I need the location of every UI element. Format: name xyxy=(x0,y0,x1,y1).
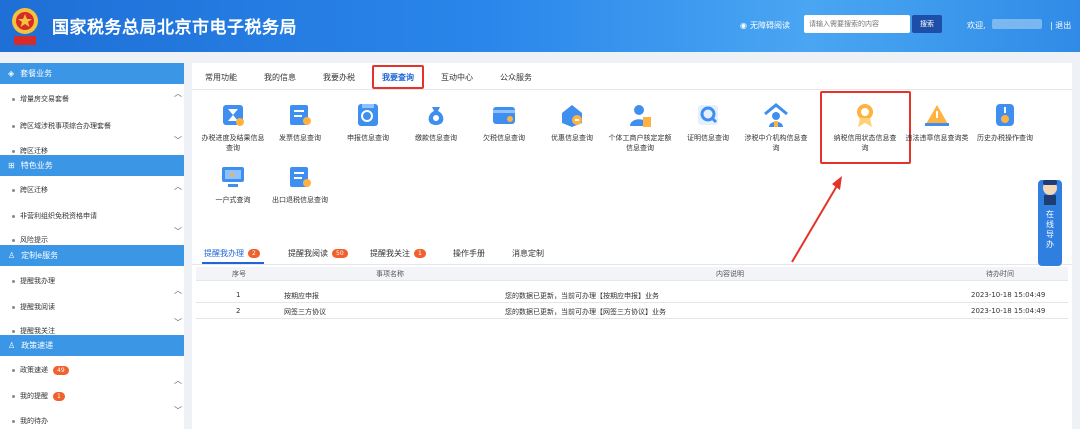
grid-icon: ⊞ xyxy=(8,161,15,170)
credit-medal-icon xyxy=(857,104,873,127)
count-badge: 49 xyxy=(53,365,69,375)
online-help-button[interactable]: 在 线 导 办 xyxy=(1038,180,1062,266)
tab-remind-handle[interactable]: 提醒我办理 2 xyxy=(204,248,260,259)
scroll-down-icon[interactable]: ﹀ xyxy=(174,317,182,328)
table-row[interactable]: 2 网签三方协议 您的数据已更新，当前可办理【网签三方协议】业务 2023-10… xyxy=(196,305,1068,319)
history-icon xyxy=(996,104,1014,126)
monitor-icon xyxy=(222,167,244,187)
scroll-down-icon[interactable]: ﹀ xyxy=(174,405,182,416)
sidebar-item[interactable]: 提醒我阅读 xyxy=(12,302,55,312)
scroll-down-icon[interactable]: ﹀ xyxy=(174,135,182,146)
sidebar-item[interactable]: 政策速递 49 xyxy=(12,365,69,375)
sidebar-item[interactable]: 提醒我关注 xyxy=(12,327,55,335)
sidebar-item[interactable]: 跨区域涉税事项综合办理套餐 xyxy=(12,121,111,131)
tab-interaction[interactable]: 互动中心 xyxy=(441,72,473,83)
scroll-up-icon[interactable]: ︿ xyxy=(174,88,182,99)
agency-icon xyxy=(764,103,788,127)
sidebar-item[interactable]: 非营利组织免税资格申请 xyxy=(12,211,97,221)
assistant-avatar-icon xyxy=(1043,180,1057,205)
grid-item-certificate-query[interactable]: 证明信息查询 xyxy=(677,101,739,143)
sidebar-section-policy[interactable]: ♙ 政策速递 xyxy=(0,335,184,356)
tab-my-info[interactable]: 我的信息 xyxy=(264,72,296,83)
count-badge: 50 xyxy=(332,249,348,258)
hourglass-icon xyxy=(223,105,244,126)
grid-item-history-query[interactable]: 历史办税操作查询 xyxy=(974,101,1036,143)
header: 国家税务总局北京市电子税务局 ◉ 无障碍阅读 搜索 欢迎, | 退出 xyxy=(0,0,1080,52)
tax-emblem-icon xyxy=(12,8,38,45)
sidebar-section-custom[interactable]: ♙ 定制e服务 xyxy=(0,245,184,266)
grid-item-one-stop-query[interactable]: 一户式查询 xyxy=(202,163,264,205)
warning-icon xyxy=(925,105,949,126)
scroll-up-icon[interactable]: ︿ xyxy=(174,181,182,192)
reminder-tabs: 提醒我办理 2 提醒我阅读 50 提醒我关注 1 操作手册 消息定制 xyxy=(192,241,1072,265)
tab-manual[interactable]: 操作手册 xyxy=(453,248,485,259)
sidebar-item[interactable]: 增量房交易套餐 xyxy=(12,94,69,104)
sidebar-item[interactable]: 跨区迁移 xyxy=(12,185,48,195)
table-header: 序号 事项名称 内容说明 待办时间 xyxy=(196,267,1068,281)
scroll-up-icon[interactable]: ︿ xyxy=(174,375,182,386)
sidebar-item[interactable]: 提醒我办理 xyxy=(12,276,55,286)
arrears-icon xyxy=(493,107,515,124)
top-tabs: 常用功能 我的信息 我要办税 我要查询 互动中心 公众服务 xyxy=(192,63,1072,90)
tab-public-service[interactable]: 公众服务 xyxy=(500,72,532,83)
tab-common[interactable]: 常用功能 xyxy=(205,72,237,83)
tab-message-subscribe[interactable]: 消息定制 xyxy=(512,248,544,259)
user-icon: ♙ xyxy=(8,251,16,260)
sidebar-section-package[interactable]: ◈ 套餐业务 xyxy=(0,63,184,84)
sidebar: ◈ 套餐业务 增量房交易套餐 跨区域涉税事项综合办理套餐 跨区迁移 ︿ ﹀ ⊞ … xyxy=(0,63,184,429)
grid-item-payment-query[interactable]: 缴款信息查询 xyxy=(405,101,467,143)
sidebar-item[interactable]: 我的提醒 1 xyxy=(12,391,65,401)
grid-item-invoice-query[interactable]: 发票信息查询 xyxy=(269,101,331,143)
scroll-up-icon[interactable]: ︿ xyxy=(174,285,182,296)
site-title: 国家税务总局北京市电子税务局 xyxy=(52,18,297,38)
stack-icon: ◈ xyxy=(8,69,15,78)
person-icon xyxy=(630,105,651,127)
report-icon xyxy=(358,104,378,126)
count-badge: 1 xyxy=(53,391,65,401)
main-panel: 常用功能 我的信息 我要办税 我要查询 互动中心 公众服务 办税进度及结果信息查… xyxy=(192,63,1072,429)
annotation-arrow xyxy=(791,176,842,263)
sidebar-item[interactable]: 风险提示 xyxy=(12,236,48,244)
grid-item-declaration-query[interactable]: 申报信息查询 xyxy=(337,101,399,143)
count-badge: 1 xyxy=(414,249,426,258)
grid-item-agency-query[interactable]: 涉税中介机构信息查询 xyxy=(745,101,808,153)
grid-item-export-refund-query[interactable]: 出口退税信息查询 xyxy=(269,163,331,205)
scroll-down-icon[interactable]: ﹀ xyxy=(174,226,182,237)
search-button[interactable]: 搜索 xyxy=(912,15,942,33)
eye-icon: ◉ xyxy=(740,21,747,30)
table-row[interactable]: 1 按期应申报 您的数据已更新，当前可办理【按期应申报】业务 2023-10-1… xyxy=(196,289,1068,303)
invoice-icon xyxy=(290,105,311,125)
tab-query[interactable]: 我要查询 xyxy=(382,72,414,83)
tab-tax-handling[interactable]: 我要办税 xyxy=(323,72,355,83)
grid-item-progress-query[interactable]: 办税进度及结果信息查询 xyxy=(202,101,265,153)
accessibility-link[interactable]: ◉ 无障碍阅读 xyxy=(740,20,790,31)
sidebar-item[interactable]: 跨区迁移 xyxy=(12,147,48,155)
grid-item-credit-status-query[interactable]: 纳税信用状态信息查询 xyxy=(834,101,897,153)
grid-item-arrears-query[interactable]: 欠税信息查询 xyxy=(473,101,535,143)
export-refund-icon xyxy=(290,167,311,187)
active-tab-underline xyxy=(202,262,264,264)
count-badge: 2 xyxy=(248,249,260,258)
sidebar-item[interactable]: 我的待办 xyxy=(12,417,48,425)
user-name-redacted xyxy=(992,19,1042,29)
tab-remind-follow[interactable]: 提醒我关注 1 xyxy=(370,248,426,259)
user-icon: ♙ xyxy=(8,341,16,350)
certificate-icon xyxy=(698,105,718,125)
sidebar-section-feature[interactable]: ⊞ 特色业务 xyxy=(0,155,184,176)
welcome-text: 欢迎, xyxy=(967,21,986,30)
discount-icon xyxy=(562,105,582,127)
search-input[interactable] xyxy=(804,15,910,33)
grid-item-preferential-query[interactable]: 优惠信息查询 xyxy=(541,101,603,143)
grid-item-individual-quota-query[interactable]: 个体工商户核定定额信息查询 xyxy=(609,101,672,153)
logout-link[interactable]: | 退出 xyxy=(1050,20,1071,31)
grid-item-violation-query[interactable]: 违法违章信息查询类 xyxy=(906,101,969,143)
tab-remind-read[interactable]: 提醒我阅读 50 xyxy=(288,248,348,259)
money-bag-icon xyxy=(428,107,444,125)
